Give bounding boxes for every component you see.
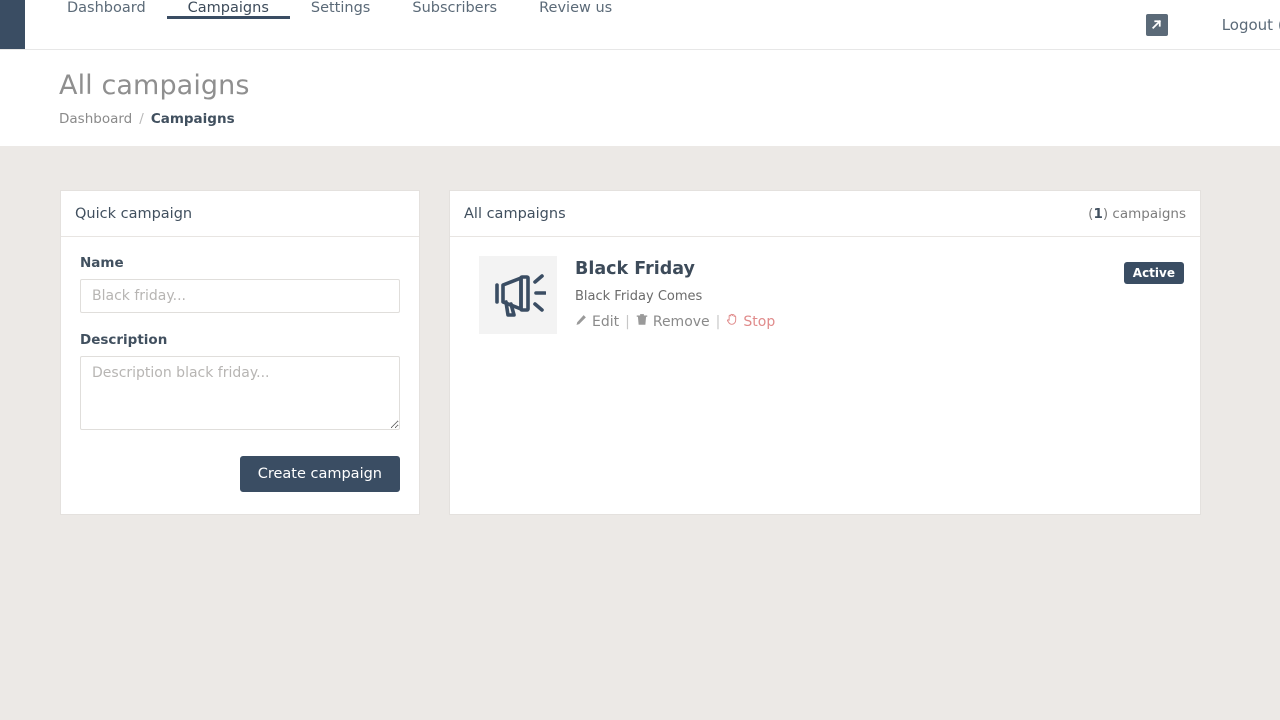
- quick-campaign-actions: Create campaign: [80, 456, 400, 492]
- campaign-actions: Edit | Remove | Stop: [575, 313, 1124, 330]
- stop-campaign-label: Stop: [743, 313, 776, 330]
- count-suffix: ) campaigns: [1102, 206, 1186, 222]
- remove-campaign-label: Remove: [652, 313, 710, 330]
- nav-item-settings[interactable]: Settings: [290, 0, 391, 49]
- campaign-count: (1) campaigns: [1088, 206, 1186, 222]
- pencil-icon: [575, 314, 587, 330]
- nav-item-dashboard[interactable]: Dashboard: [46, 0, 167, 49]
- external-link-icon[interactable]: [1145, 13, 1168, 36]
- quick-campaign-body: Name Description Create campaign: [61, 237, 419, 514]
- page-title: All campaigns: [59, 70, 250, 101]
- campaign-name-input[interactable]: [80, 279, 400, 313]
- quick-campaign-card: Quick campaign Name Description Create c…: [60, 190, 420, 515]
- all-campaigns-title: All campaigns: [464, 206, 566, 222]
- remove-campaign-link[interactable]: Remove: [636, 313, 710, 330]
- status-badge: Active: [1123, 262, 1184, 284]
- stop-hand-icon: [726, 313, 738, 330]
- campaign-info: Black Friday Black Friday Comes Edit | R…: [575, 256, 1124, 330]
- breadcrumb-separator: /: [139, 111, 144, 128]
- create-campaign-button[interactable]: Create campaign: [239, 456, 400, 492]
- breadcrumb: Dashboard / Campaigns: [59, 111, 1280, 127]
- edit-campaign-link[interactable]: Edit: [575, 314, 619, 330]
- campaign-name: Black Friday: [575, 259, 695, 279]
- page-header: All campaigns Dashboard / Campaigns: [0, 50, 1280, 146]
- breadcrumb-item-campaigns: Campaigns: [150, 111, 235, 128]
- all-campaigns-header: All campaigns (1) campaigns: [450, 191, 1200, 237]
- action-divider-1: |: [625, 313, 630, 330]
- stop-campaign-link[interactable]: Stop: [726, 313, 775, 330]
- breadcrumb-item-dashboard[interactable]: Dashboard: [59, 111, 132, 127]
- campaign-list-item: Black Friday Black Friday Comes Edit | R…: [450, 237, 1200, 355]
- name-label: Name: [80, 255, 124, 271]
- nav-link-settings[interactable]: Settings: [290, 0, 391, 19]
- logout-link[interactable]: Logout (spintowin...: [1222, 16, 1280, 34]
- all-campaigns-card: All campaigns (1) campaigns Black Friday…: [449, 190, 1201, 515]
- trash-icon: [636, 313, 648, 330]
- top-navbar: Dashboard Campaigns Settings Subscribers…: [0, 0, 1280, 50]
- nav-item-review-us[interactable]: Review us: [518, 0, 633, 49]
- quick-campaign-header: Quick campaign: [61, 191, 419, 237]
- nav-links: Dashboard Campaigns Settings Subscribers…: [25, 0, 633, 49]
- nav-link-campaigns[interactable]: Campaigns: [166, 0, 290, 19]
- brand-strip: [0, 0, 25, 49]
- campaign-description: Black Friday Comes: [575, 289, 703, 304]
- name-field-group: Name: [80, 255, 400, 313]
- campaign-description-input[interactable]: [80, 356, 400, 430]
- action-divider-2: |: [715, 313, 721, 330]
- megaphone-icon: [479, 256, 557, 334]
- nav-link-subscribers[interactable]: Subscribers: [391, 0, 518, 19]
- nav-item-subscribers[interactable]: Subscribers: [391, 0, 518, 49]
- quick-campaign-title: Quick campaign: [75, 206, 193, 222]
- main-content: Quick campaign Name Description Create c…: [0, 146, 1280, 515]
- description-field-group: Description: [80, 332, 400, 434]
- nav-link-dashboard[interactable]: Dashboard: [46, 0, 167, 19]
- description-label: Description: [80, 332, 168, 348]
- navbar-right-section: Logout (spintowin...: [1145, 0, 1280, 49]
- edit-campaign-label: Edit: [592, 313, 620, 330]
- nav-item-campaigns[interactable]: Campaigns: [166, 0, 290, 49]
- count-value: 1: [1093, 206, 1103, 222]
- nav-link-review-us[interactable]: Review us: [518, 0, 633, 19]
